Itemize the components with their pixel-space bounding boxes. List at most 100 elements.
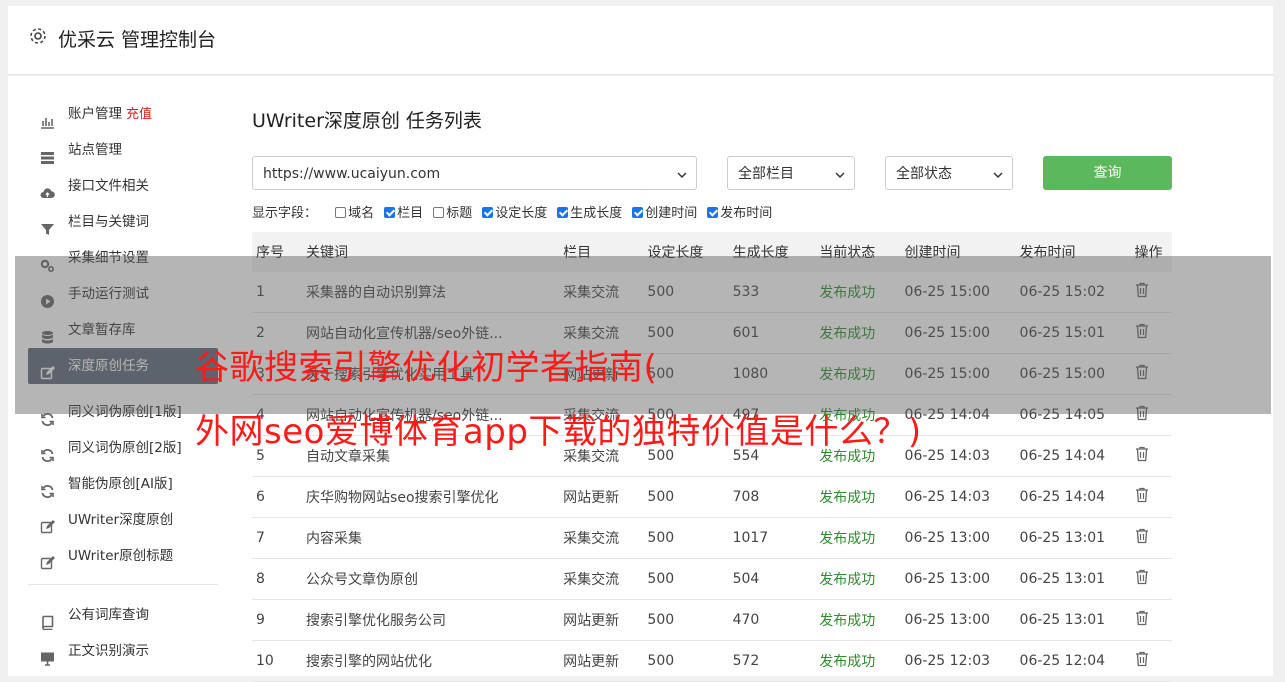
- chevron-down-icon: [835, 172, 845, 179]
- trash-icon[interactable]: [1135, 528, 1149, 548]
- trash-icon[interactable]: [1135, 446, 1149, 466]
- table-cell: 06-25 13:01: [1015, 599, 1131, 641]
- table-cell: 8: [252, 558, 303, 600]
- table-cell: 采集交流: [559, 558, 644, 600]
- checkbox-icon[interactable]: [433, 207, 445, 218]
- sidebar-item-label: 公有词库查询: [68, 607, 149, 623]
- field-checkbox[interactable]: 生成长度: [557, 202, 622, 221]
- table-cell: 500: [643, 517, 729, 559]
- table-cell: 500: [643, 640, 729, 682]
- table-cell: 500: [643, 599, 729, 641]
- status-cell: 发布成功: [815, 517, 901, 559]
- field-checkbox-label: 创建时间: [645, 206, 698, 221]
- sidebar-item-label: 同义词伪原创[2版]: [68, 440, 182, 456]
- trash-icon[interactable]: [1135, 610, 1149, 630]
- checkbox-icon[interactable]: [707, 207, 719, 218]
- status-cell: 发布成功: [815, 640, 901, 682]
- table-cell: 500: [643, 476, 729, 518]
- field-checkbox-label: 设定长度: [495, 206, 548, 221]
- bar-chart-icon: [40, 107, 55, 129]
- table-cell: 网站更新: [559, 599, 644, 641]
- overlay-band: [15, 256, 1271, 414]
- sidebar-item[interactable]: 同义词伪原创[2版]: [28, 430, 218, 466]
- recharge-link[interactable]: 充值: [126, 107, 152, 122]
- query-button[interactable]: 查询: [1043, 156, 1172, 190]
- table-cell: 10: [252, 640, 303, 682]
- status-select-value: 全部状态: [896, 166, 952, 182]
- table-cell: 采集交流: [559, 517, 644, 559]
- sidebar-item[interactable]: 公有词库查询: [28, 597, 218, 633]
- keyword-cell: 内容采集: [302, 517, 560, 559]
- sidebar-item-label: 正文识别演示: [68, 643, 149, 659]
- table-cell: 06-25 14:04: [1015, 435, 1131, 477]
- field-checkbox[interactable]: 标题: [433, 202, 472, 221]
- sidebar-item-label: UWriter原创标题: [68, 548, 174, 564]
- table-row: 10 搜索引擎的网站优化 网站更新 500 572 发布成功 06-25 12:03 06-2…: [252, 640, 1172, 682]
- overlay-title-line-2: 外网seo爱博体育app下载的独特价值是什么？): [195, 412, 922, 452]
- sidebar-item[interactable]: 账户管理 充值: [28, 96, 218, 132]
- sidebar-item-label: UWriter深度原创: [68, 512, 174, 528]
- book-icon: [40, 608, 55, 631]
- trash-icon[interactable]: [1135, 651, 1149, 671]
- keyword-cell: 搜索引擎的网站优化: [302, 640, 560, 682]
- chevron-down-icon: [993, 172, 1003, 179]
- checkbox-icon[interactable]: [482, 207, 494, 218]
- table-cell: 504: [728, 558, 816, 600]
- monitor-icon: [40, 644, 55, 666]
- action-cell: [1130, 640, 1172, 682]
- checkbox-icon[interactable]: [632, 207, 644, 218]
- action-cell: [1130, 435, 1172, 477]
- field-checkbox[interactable]: 域名: [335, 202, 374, 221]
- keyword-cell: 搜索引擎优化服务公司: [302, 599, 560, 641]
- table-cell: 708: [728, 476, 816, 518]
- sidebar-item[interactable]: 栏目与关键词: [28, 204, 218, 240]
- gear-icon[interactable]: [28, 26, 48, 46]
- trash-icon[interactable]: [1135, 569, 1149, 589]
- sidebar-item[interactable]: 智能伪原创[AI版]: [28, 466, 218, 502]
- field-checkbox[interactable]: 发布时间: [707, 202, 772, 221]
- display-fields: 显示字段： 域名 栏目 标题 设定长度 生成长度 创建时间 发布时间: [252, 202, 782, 221]
- status-cell: 发布成功: [815, 558, 901, 600]
- page-title: UWriter深度原创 任务列表: [252, 110, 482, 132]
- site-select[interactable]: https://www.ucaiyun.com: [252, 156, 697, 190]
- table-row: 7 内容采集 采集交流 500 1017 发布成功 06-25 13:00 06-25 13:…: [252, 517, 1172, 559]
- sidebar-item[interactable]: UWriter原创标题: [28, 538, 218, 574]
- column-select-value: 全部栏目: [738, 166, 794, 182]
- sidebar-item-label: 账户管理: [68, 106, 122, 122]
- status-cell: 发布成功: [815, 476, 901, 518]
- table-cell: 6: [252, 476, 303, 518]
- table-cell: 572: [728, 640, 816, 682]
- table-cell: 500: [643, 558, 729, 600]
- status-cell: 发布成功: [815, 599, 901, 641]
- status-select[interactable]: 全部状态: [885, 156, 1013, 190]
- field-checkbox[interactable]: 创建时间: [632, 202, 697, 221]
- sidebar-item[interactable]: 接口文件相关: [28, 168, 218, 204]
- trash-icon[interactable]: [1135, 487, 1149, 507]
- sidebar-item[interactable]: 站点管理: [28, 132, 218, 168]
- edit-icon: [40, 549, 55, 570]
- cloud-upload-icon: [40, 179, 55, 198]
- table-cell: 06-25 12:03: [900, 640, 1016, 682]
- table-cell: 9: [252, 599, 303, 641]
- table-cell: 06-25 13:00: [900, 599, 1016, 641]
- app-title: 优采云 管理控制台: [58, 29, 217, 51]
- table-row: 6 庆华购物网站seo搜索引擎优化 网站更新 500 708 发布成功 06-25 14:0…: [252, 476, 1172, 518]
- field-checkbox[interactable]: 栏目: [384, 202, 423, 221]
- table-cell: 470: [728, 599, 816, 641]
- action-cell: [1130, 599, 1172, 641]
- checkbox-icon[interactable]: [384, 207, 396, 218]
- sidebar-item[interactable]: 正文识别演示: [28, 633, 218, 669]
- field-checkbox[interactable]: 设定长度: [482, 202, 547, 221]
- display-fields-label: 显示字段：: [252, 206, 318, 221]
- table-cell: 06-25 13:01: [1015, 558, 1131, 600]
- table-cell: 1017: [728, 517, 816, 559]
- table-cell: 06-25 13:00: [900, 517, 1016, 559]
- table-row: 9 搜索引擎优化服务公司 网站更新 500 470 发布成功 06-25 13:00 06-2…: [252, 599, 1172, 641]
- column-select[interactable]: 全部栏目: [727, 156, 855, 190]
- checkbox-icon[interactable]: [557, 207, 569, 218]
- sidebar-item[interactable]: UWriter深度原创: [28, 502, 218, 538]
- keyword-cell: 庆华购物网站seo搜索引擎优化: [302, 476, 560, 518]
- action-cell: [1130, 558, 1172, 600]
- field-checkbox-label: 标题: [446, 206, 473, 221]
- checkbox-icon[interactable]: [335, 207, 347, 218]
